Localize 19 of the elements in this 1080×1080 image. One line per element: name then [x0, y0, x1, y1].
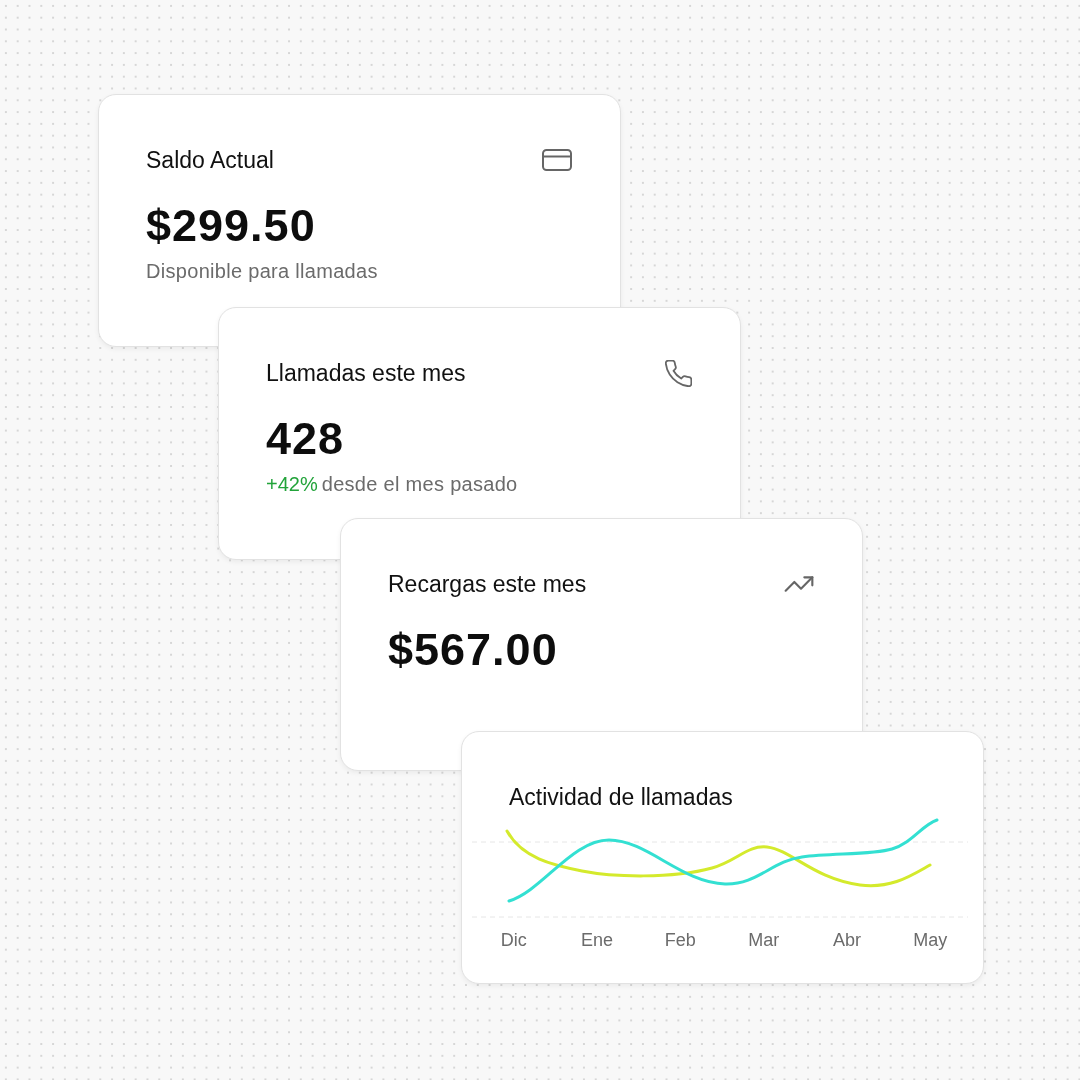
card-caption: Disponible para llamadas [146, 259, 378, 283]
month-label: Ene [580, 929, 613, 951]
card-value: 428 [266, 415, 345, 463]
change-percent: +42% [266, 472, 318, 496]
card-title: Saldo Actual [146, 146, 274, 174]
card-title: Llamadas este mes [266, 359, 466, 387]
month-label: Abr [833, 929, 861, 951]
card-caption: desde el mes pasado [321, 472, 518, 496]
month-label: May [913, 929, 948, 951]
month-label: Dic [500, 929, 527, 951]
month-label: Mar [748, 929, 780, 951]
card-value: $567.00 [388, 626, 558, 674]
trending-up-icon [784, 576, 814, 592]
card-title: Recargas este mes [388, 570, 587, 598]
month-label: Feb [664, 929, 696, 951]
card-value: $299.50 [146, 202, 316, 250]
chart-title: Actividad de llamadas [509, 783, 733, 811]
phone-icon [665, 359, 692, 387]
credit-card-icon [542, 149, 572, 171]
